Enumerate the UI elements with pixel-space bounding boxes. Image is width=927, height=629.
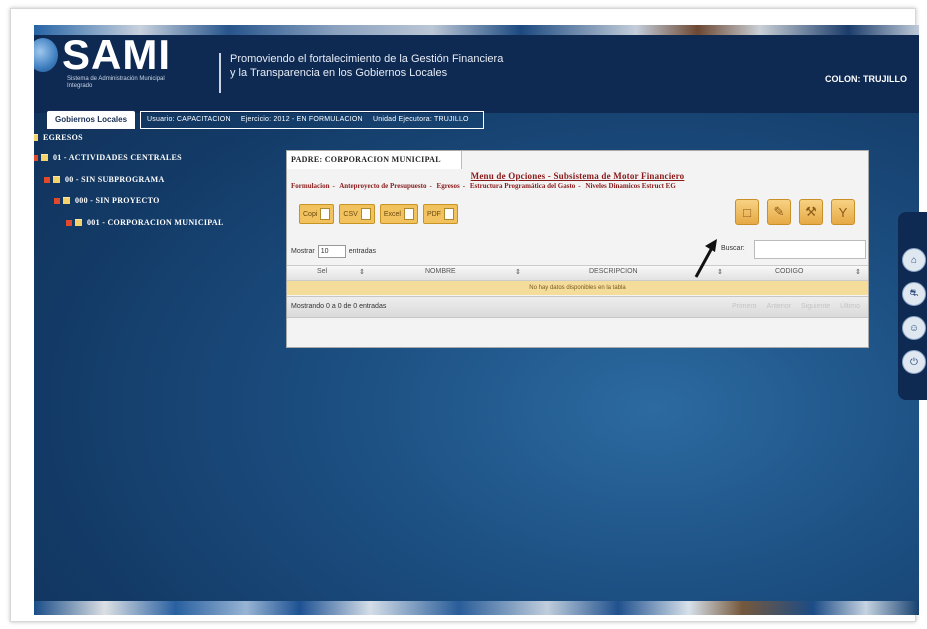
logo-swoosh-icon [34, 38, 58, 72]
breadcrumb-item[interactable]: Egresos [437, 182, 460, 190]
tree-item-label: 01 - ACTIVIDADES CENTRALES [53, 153, 182, 162]
pdf-file-icon [443, 208, 454, 220]
breadcrumb: Formulacion - Anteproyecto de Presupuesto… [291, 182, 866, 190]
content-panel: PADRE: CORPORACION MUNICIPAL Menu de Opc… [286, 150, 869, 348]
tree-item-actividades-centrales[interactable]: 01 - ACTIVIDADES CENTRALES [34, 153, 182, 162]
folder-icon [53, 176, 60, 183]
breadcrumb-item[interactable]: Anteproyecto de Presupuesto [339, 182, 426, 190]
ejercicio-info: Ejercicio: 2012 - EN FORMULACION [240, 116, 363, 123]
entries-label: entradas [348, 248, 376, 255]
user-location: COLON: TRUJILLO [825, 74, 907, 84]
breadcrumb-item[interactable]: Formulacion [291, 182, 330, 190]
breadcrumb-item[interactable]: Estructura Programática del Gasto [470, 182, 575, 190]
header: SAMI Sistema de Administración Municipal… [34, 31, 919, 130]
pager-previous[interactable]: Anterior [767, 303, 792, 310]
csv-button[interactable]: CSV [339, 204, 375, 224]
panel-tab-padre[interactable]: PADRE: CORPORACION MUNICIPAL [287, 151, 462, 169]
column-sel[interactable]: Sel [317, 268, 327, 275]
breadcrumb-separator: - [578, 182, 581, 190]
column-descripcion[interactable]: DESCRIPCION [589, 268, 638, 275]
edit-pencil-icon[interactable]: ✎ [767, 199, 791, 225]
app-window: SAMI Sistema de Administración Municipal… [34, 25, 919, 615]
slogan: Promoviendo el fortalecimiento de la Ges… [230, 52, 503, 80]
table-info: Mostrando 0 a 0 de 0 entradas [291, 303, 387, 310]
excel-button[interactable]: Excel [379, 204, 418, 224]
empty-table-message: No hay datos disponibles en la tabla [287, 281, 868, 295]
logo: SAMI [62, 31, 171, 78]
excel-label: Excel [383, 210, 401, 218]
folder-icon [63, 197, 70, 204]
column-codigo[interactable]: CODIGO [775, 268, 803, 275]
search-input[interactable] [754, 240, 866, 259]
sort-icon: ⇕ [515, 269, 521, 276]
pager-next[interactable]: Siguiente [801, 303, 830, 310]
copy-button[interactable]: Copi [299, 204, 335, 224]
pdf-button[interactable]: PDF [422, 204, 458, 224]
tree-item-sin-subprograma[interactable]: 00 - SIN SUBPROGRAMA [44, 175, 165, 184]
tree-item-corporacion-municipal[interactable]: 001 - CORPORACION MUNICIPAL [66, 218, 224, 227]
wrench-icon[interactable]: ⚒ [799, 199, 823, 225]
csv-label: CSV [343, 210, 358, 218]
page-length-select[interactable]: 10 [317, 245, 346, 258]
usuario-info: Usuario: CAPACITACION [147, 116, 231, 123]
slogan-line-2: y la Transparencia en los Gobiernos Loca… [230, 67, 448, 79]
bottom-decorative-stripe [34, 601, 919, 615]
pagination: Primero Anterior Siguiente Último [724, 303, 860, 310]
breadcrumb-separator: - [332, 182, 335, 190]
new-document-icon[interactable]: □ [735, 199, 759, 225]
tree-item-label: 00 - SIN SUBPROGRAMA [65, 175, 165, 184]
sort-icon: ⇕ [359, 269, 365, 276]
car-icon[interactable]: ⛐ [902, 282, 926, 306]
table-header: Sel ⇕ NOMBRE ⇕ DESCRIPCION ⇕ CODIGO ⇕ [287, 265, 868, 281]
logo-subtitle: Sistema de Administración Municipal Inte… [67, 76, 165, 89]
table-footer: Mostrando 0 a 0 de 0 entradas Primero An… [287, 296, 868, 318]
show-label: Mostrar [291, 248, 315, 255]
collapse-toggle-icon[interactable] [54, 197, 60, 204]
tree-item-label: 000 - SIN PROYECTO [75, 196, 160, 205]
column-nombre[interactable]: NOMBRE [425, 268, 456, 275]
collapse-toggle-icon[interactable] [44, 176, 50, 183]
tree-item-sin-proyecto[interactable]: 000 - SIN PROYECTO [54, 196, 160, 205]
unidad-info: Unidad Ejecutora: TRUJILLO [372, 116, 469, 123]
copy-label: Copi [303, 210, 318, 218]
right-sidebar: ⌂ ⛐ ☺ ⏻ [898, 212, 927, 400]
breadcrumb-separator: - [462, 182, 466, 190]
search-label: Buscar: [721, 245, 745, 252]
sort-icon: ⇕ [855, 269, 861, 276]
copy-icon [320, 208, 331, 220]
record-tools: □ ✎ ⚒ Y [735, 199, 855, 225]
pager-last[interactable]: Último [840, 303, 860, 310]
power-icon[interactable]: ⏻ [902, 350, 926, 374]
collapse-toggle-icon[interactable] [34, 154, 38, 161]
menu-title: Menu de Opciones - Subsistema de Motor F… [470, 171, 685, 181]
folder-icon [34, 134, 38, 141]
home-icon[interactable]: ⌂ [902, 248, 926, 272]
breadcrumb-separator: - [429, 182, 432, 190]
slogan-line-1: Promoviendo el fortalecimiento de la Ges… [230, 53, 504, 65]
tree-item-egresos[interactable]: EGRESOS [34, 133, 83, 142]
collapse-toggle-icon[interactable] [66, 219, 72, 226]
tab-bar: Gobiernos Locales Usuario: CAPACITACION … [46, 110, 484, 130]
breadcrumb-item[interactable]: Niveles Dinamicos Estruct EG [585, 182, 675, 190]
tree-item-label: EGRESOS [43, 133, 83, 142]
pdf-label: PDF [426, 210, 441, 218]
table-controls: Mostrar 10 entradas Buscar: [291, 240, 866, 259]
excel-file-icon [403, 208, 414, 220]
header-divider [219, 53, 221, 93]
pointer-arrow-icon [694, 239, 717, 278]
page-length: Mostrar 10 entradas [291, 245, 376, 258]
export-buttons: Copi CSV Excel PDF [299, 204, 458, 224]
user-icon[interactable]: ☺ [902, 316, 926, 340]
folder-icon [41, 154, 48, 161]
folder-icon [75, 219, 82, 226]
filter-icon[interactable]: Y [831, 199, 855, 225]
tab-gobiernos-locales[interactable]: Gobiernos Locales [46, 110, 137, 130]
session-info: Usuario: CAPACITACION Ejercicio: 2012 - … [140, 111, 484, 129]
csv-file-icon [360, 208, 371, 220]
tree-item-label: 001 - CORPORACION MUNICIPAL [87, 218, 224, 227]
pager-first[interactable]: Primero [732, 303, 757, 310]
